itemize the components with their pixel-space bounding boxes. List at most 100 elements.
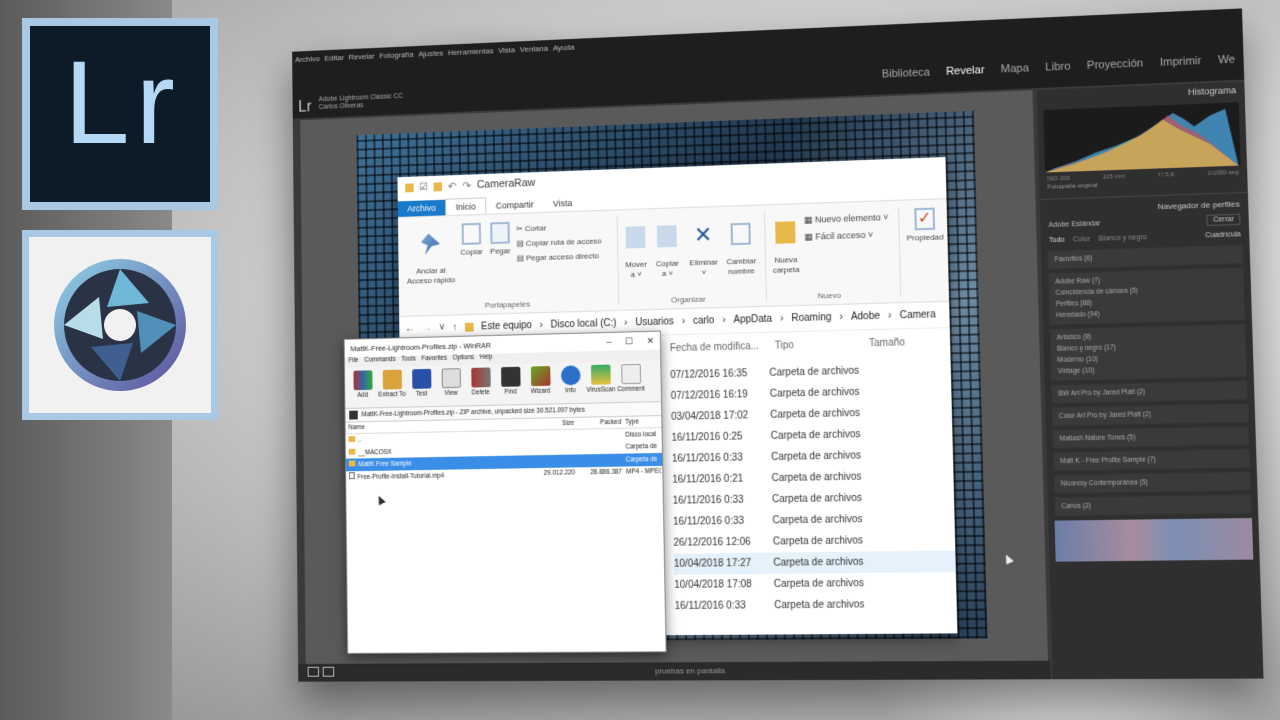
wizard-button[interactable]: Wizard: [526, 366, 555, 401]
group-item[interactable]: Matiash Nature Tones (5): [1059, 430, 1242, 445]
breadcrumb-appdata[interactable]: AppData: [733, 314, 772, 326]
add-button[interactable]: Add: [349, 370, 377, 405]
menu-ayuda[interactable]: Ayuda: [553, 43, 575, 53]
tab-color[interactable]: Color: [1073, 236, 1091, 244]
compare-view-icon[interactable]: [323, 667, 334, 677]
menu-revelar[interactable]: Revelar: [349, 52, 375, 62]
new-folder-button[interactable]: Nueva carpeta: [768, 212, 803, 275]
menu-ajustes[interactable]: Ajustes: [418, 49, 443, 59]
menu-herramientas[interactable]: Herramientas: [448, 46, 494, 57]
soft-proofing-label[interactable]: pruebas en pantalla: [655, 666, 725, 675]
rename-button[interactable]: Cambiar nombre: [723, 214, 760, 276]
maximize-icon[interactable]: ☐: [625, 336, 633, 347]
menu-file[interactable]: File: [349, 357, 359, 368]
module-web[interactable]: We: [1218, 53, 1236, 66]
profile-thumbnails[interactable]: [1055, 518, 1254, 562]
copy-button[interactable]: Copiar: [457, 223, 486, 257]
breadcrumb-camera[interactable]: Camera: [899, 309, 935, 321]
menu-archivo[interactable]: Archivo: [295, 54, 320, 64]
up-arrow-icon[interactable]: ↑: [452, 322, 457, 333]
view-button[interactable]: View: [437, 368, 465, 403]
virusscan-button[interactable]: VirusScan: [586, 364, 615, 399]
tab-blanco-negro[interactable]: Blanco y negro: [1098, 234, 1147, 243]
pin-quick-access-button[interactable]: Anclar al Acceso rápido: [404, 224, 458, 286]
breadcrumb-este-equipo[interactable]: Este equipo: [481, 320, 532, 332]
group-item[interactable]: BW Art Pro by Jared Platt (2): [1058, 385, 1240, 400]
group-item[interactable]: Canos (2): [1061, 498, 1244, 512]
history-chevron-icon[interactable]: ˅: [439, 323, 445, 334]
menu-fotografia[interactable]: Fotografía: [379, 50, 413, 60]
module-mapa[interactable]: Mapa: [1001, 62, 1029, 75]
check-icon[interactable]: ☑: [419, 181, 428, 192]
module-revelar[interactable]: Revelar: [946, 64, 985, 78]
grid-view-dropdown[interactable]: Cuadrícula: [1205, 231, 1241, 239]
tab-vista[interactable]: Vista: [543, 195, 582, 212]
column-type[interactable]: Tipo: [769, 338, 869, 352]
loupe-view-icon[interactable]: [308, 667, 319, 677]
list-item[interactable]: 10/04/2018 17:08 Carpeta de archivos: [674, 572, 956, 596]
tab-inicio[interactable]: Inicio: [445, 197, 486, 215]
menu-ventana[interactable]: Ventana: [520, 44, 548, 54]
profile-group-nature[interactable]: Matiash Nature Tones (5): [1052, 426, 1250, 449]
minimize-icon[interactable]: –: [606, 336, 611, 347]
profile-group-mattk[interactable]: Matt K - Free Profile Sample (7): [1053, 448, 1251, 471]
close-profile-browser-button[interactable]: Cerrar: [1207, 214, 1241, 226]
column-size[interactable]: Tamaño: [869, 337, 905, 349]
redo-icon[interactable]: ↷: [462, 179, 471, 192]
menu-editar[interactable]: Editar: [324, 53, 344, 63]
tab-archivo[interactable]: Archivo: [398, 200, 446, 217]
forward-arrow-icon[interactable]: →: [422, 323, 432, 334]
breadcrumb-carlo[interactable]: carlo: [693, 315, 715, 327]
extract-to-button[interactable]: Extract To: [378, 369, 406, 404]
find-button[interactable]: Find: [496, 367, 524, 402]
breadcrumb-usuarios[interactable]: Usuarios: [635, 316, 674, 328]
profile-group-bw-art[interactable]: BW Art Pro by Jared Platt (2): [1051, 380, 1248, 404]
menu-options[interactable]: Options: [453, 354, 475, 365]
properties-button[interactable]: ✓ Propiedad: [902, 207, 947, 243]
breadcrumb-disco-local[interactable]: Disco local (C:): [550, 318, 616, 331]
easy-access-button[interactable]: ▦ Fácil acceso ˅: [804, 226, 889, 246]
undo-icon[interactable]: ↶: [448, 179, 457, 192]
profile-group-color-art[interactable]: Color Art Pro by Jared Platt (2): [1051, 403, 1248, 426]
profile-group-favorites[interactable]: Favoritos (6): [1047, 244, 1244, 269]
test-button[interactable]: Test: [407, 369, 435, 404]
column-date[interactable]: Fecha de modifica...: [670, 341, 769, 354]
group-item[interactable]: Matt K - Free Profile Sample (7): [1060, 453, 1243, 467]
paste-button[interactable]: Pegar: [486, 222, 515, 256]
breadcrumb-roaming[interactable]: Roaming: [791, 312, 831, 324]
tab-todo[interactable]: Todo: [1049, 237, 1065, 245]
menu-help[interactable]: Help: [480, 354, 493, 365]
module-proyeccion[interactable]: Proyección: [1087, 57, 1144, 71]
module-imprimir[interactable]: Imprimir: [1160, 55, 1202, 69]
menu-commands[interactable]: Commands: [364, 356, 396, 367]
menu-vista[interactable]: Vista: [498, 45, 515, 54]
move-to-button[interactable]: Mover a ˅: [621, 217, 651, 279]
profile-group-nicoresy[interactable]: Nicoresy Contemporánea (5): [1053, 471, 1251, 494]
delete-button[interactable]: ✕ Eliminar ˅: [685, 215, 722, 277]
menu-favorites[interactable]: Favorites: [421, 355, 447, 366]
tab-compartir[interactable]: Compartir: [486, 196, 543, 214]
column-name[interactable]: Name: [348, 421, 533, 432]
group-item[interactable]: Nicoresy Contemporánea (5): [1061, 476, 1244, 490]
comment-button[interactable]: Comment: [616, 364, 645, 399]
back-arrow-icon[interactable]: ←: [405, 323, 415, 334]
column-size[interactable]: Size: [534, 420, 575, 428]
list-item[interactable]: 16/11/2016 0:33 Carpeta de archivos: [675, 593, 957, 617]
column-packed[interactable]: Packed: [574, 419, 621, 427]
group-item[interactable]: Color Art Pro by Jared Platt (2): [1059, 407, 1242, 422]
paste-shortcut-button[interactable]: ▤ Pegar acceso directo: [517, 249, 602, 267]
profile-group-canos[interactable]: Canos (2): [1054, 494, 1252, 516]
menu-tools[interactable]: Tools: [401, 356, 416, 367]
module-biblioteca[interactable]: Biblioteca: [882, 67, 930, 81]
profile-group-adobe[interactable]: Adobe Raw (7) Coincidencia de cámara (5)…: [1048, 267, 1246, 326]
new-item-button[interactable]: ▦ Nuevo elemento ˅: [804, 209, 889, 229]
column-type[interactable]: Type: [621, 418, 660, 426]
breadcrumb-adobe[interactable]: Adobe: [851, 311, 880, 323]
info-button[interactable]: Info: [556, 365, 585, 400]
module-libro[interactable]: Libro: [1045, 61, 1070, 74]
copy-to-button[interactable]: Copiar a ˅: [652, 216, 683, 278]
close-icon[interactable]: ✕: [647, 335, 655, 346]
group-item[interactable]: Favoritos (6): [1054, 249, 1236, 266]
list-item-hovered[interactable]: 10/04/2018 17:27 Carpeta de archivos: [674, 551, 956, 575]
profile-group-artistic[interactable]: Artístico (8) Blanco y negro (17) Modern…: [1049, 324, 1247, 382]
